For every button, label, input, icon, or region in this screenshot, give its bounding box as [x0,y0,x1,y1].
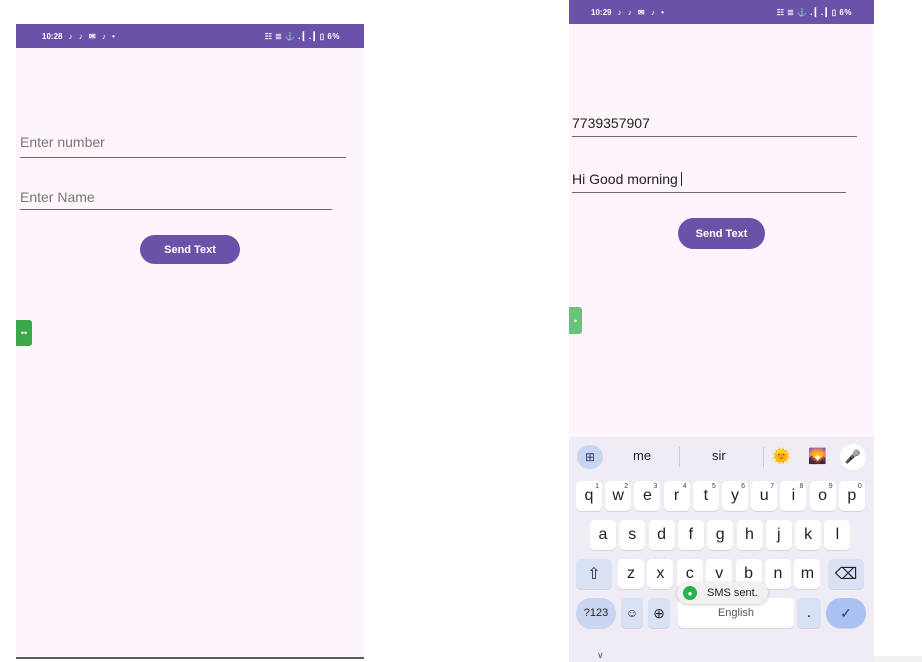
key-hint-number: 1 [595,483,599,490]
right-phone-screen: 10:29 ♪ ♪ ✉ ♪ • ☷ ≣ ⚓ .┃ .┃ ▯ 6% 7739357… [569,0,874,662]
key-k[interactable]: k [795,520,822,550]
key-label: o [818,487,828,504]
status-bar: 10:28 ♪ ♪ ✉ ♪ • ☷ ≣ ⚓ .┃ .┃ ▯ 6% [16,24,364,48]
key-label: y [731,487,739,504]
status-bar: 10:29 ♪ ♪ ✉ ♪ • ☷ ≣ ⚓ .┃ .┃ ▯ 6% [569,0,874,24]
floating-tab[interactable]: • [569,307,582,334]
suggestion-bar: ⊞ me sir 🌞 🌄 🎤 [569,437,874,477]
key-h[interactable]: h [736,520,763,550]
suggestion-divider [679,447,680,467]
key-n[interactable]: n [765,559,791,589]
emoji-sun-icon[interactable]: 🌞 [772,447,791,465]
right-bottom-strip [874,656,922,662]
key-hint-number: 2 [624,483,629,490]
suggestion-divider [763,447,764,467]
messages-app-icon: ● [683,586,697,600]
key-hint-number: 9 [828,483,833,490]
notification-icons: ♪ ♪ ✉ ♪ • [68,31,117,41]
message-input[interactable]: Hi Good morning [572,171,846,193]
microphone-icon[interactable]: 🎤 [840,444,866,470]
number-value: 7739357907 [572,115,650,131]
sms-sent-toast: ● SMS sent. [677,582,768,604]
key-hint-number: 0 [857,483,862,490]
notification-icons: ♪ ♪ ✉ ♪ • [617,7,666,17]
key-hint-number: 8 [799,483,804,490]
send-text-button[interactable]: Send Text [678,218,765,249]
key-label: w [612,487,624,504]
chevron-down-icon[interactable]: ∨ [597,650,604,661]
key-s[interactable]: s [619,520,646,550]
emoji-sunset-icon[interactable]: 🌄 [808,447,827,465]
key-row-2: asdfghjkl [569,520,874,552]
key-row-1: q1w2e3r4t5y6u7i8o9p0 [569,481,874,513]
key-hint-number: 4 [682,483,687,490]
key-o[interactable]: o9 [809,481,836,511]
key-label: t [703,487,709,504]
key-label: e [642,487,652,504]
key-u[interactable]: u7 [751,481,778,511]
key-x[interactable]: x [647,559,674,589]
apps-grid-icon[interactable]: ⊞ [577,445,603,469]
key-label: u [759,487,769,504]
system-icons: ☷ ≣ ⚓ .┃ .┃ ▯ 6% [776,7,852,17]
enter-check-icon[interactable]: ✓ [826,598,866,628]
key-r[interactable]: r4 [663,481,690,511]
name-input[interactable]: Enter Name [20,189,332,210]
key-l[interactable]: l [824,520,851,550]
status-time: 10:29 [591,7,612,17]
keyboard: ⊞ me sir 🌞 🌄 🎤 q1w2e3r4t5y6u7i8o9p0 asdf… [569,437,874,662]
shift-key-icon[interactable]: ⇧ [576,559,612,589]
key-f[interactable]: f [677,520,704,550]
key-i[interactable]: i8 [780,481,807,511]
key-z[interactable]: z [618,559,644,589]
number-input[interactable]: 7739357907 [572,115,857,137]
key-w[interactable]: w2 [605,481,632,511]
key-label: q [584,487,594,504]
bottom-divider [16,657,364,659]
key-hint-number: 3 [653,483,658,490]
left-phone-screen: 10:28 ♪ ♪ ✉ ♪ • ☷ ≣ ⚓ .┃ .┃ ▯ 6% Enter n… [16,24,364,658]
toast-text: SMS sent. [707,587,758,599]
emoji-key-icon[interactable]: ☺ [621,598,643,628]
message-text: Hi Good morning [572,171,678,187]
key-e[interactable]: e3 [634,481,661,511]
message-value: Hi Good morning [572,171,846,192]
number-placeholder: Enter number [20,134,105,150]
symbols-key[interactable]: ?123 [576,598,616,628]
text-cursor [680,172,682,186]
number-input[interactable]: Enter number [20,134,346,158]
key-t[interactable]: t5 [692,481,719,511]
key-d[interactable]: d [648,520,675,550]
number-underline [572,135,857,137]
key-label: r [673,487,680,504]
key-a[interactable]: a [590,520,616,550]
key-hint-number: 6 [741,483,745,490]
period-key[interactable]: . [797,598,821,628]
backspace-key-icon[interactable]: ⌫ [828,559,864,589]
floating-tab[interactable]: •• [16,320,32,346]
key-g[interactable]: g [707,520,734,550]
key-p[interactable]: p0 [838,481,865,511]
key-j[interactable]: j [765,520,792,550]
system-icons: ☷ ≣ ⚓ .┃ .┃ ▯ 6% [264,31,340,41]
key-label: p [847,487,857,504]
name-underline [20,208,332,210]
key-q[interactable]: q1 [576,481,602,511]
message-underline [572,191,846,193]
key-hint-number: 5 [711,483,716,490]
suggestion-2[interactable]: sir [712,448,726,463]
key-label: i [791,487,796,504]
number-underline [20,156,346,158]
key-hint-number: 7 [770,483,775,490]
send-text-button[interactable]: Send Text [140,235,240,264]
globe-icon[interactable]: ⊕ [648,598,670,628]
name-placeholder: Enter Name [20,189,95,205]
status-time: 10:28 [42,31,63,41]
suggestion-1[interactable]: me [633,448,651,463]
key-m[interactable]: m [794,559,821,589]
key-y[interactable]: y6 [722,481,748,511]
